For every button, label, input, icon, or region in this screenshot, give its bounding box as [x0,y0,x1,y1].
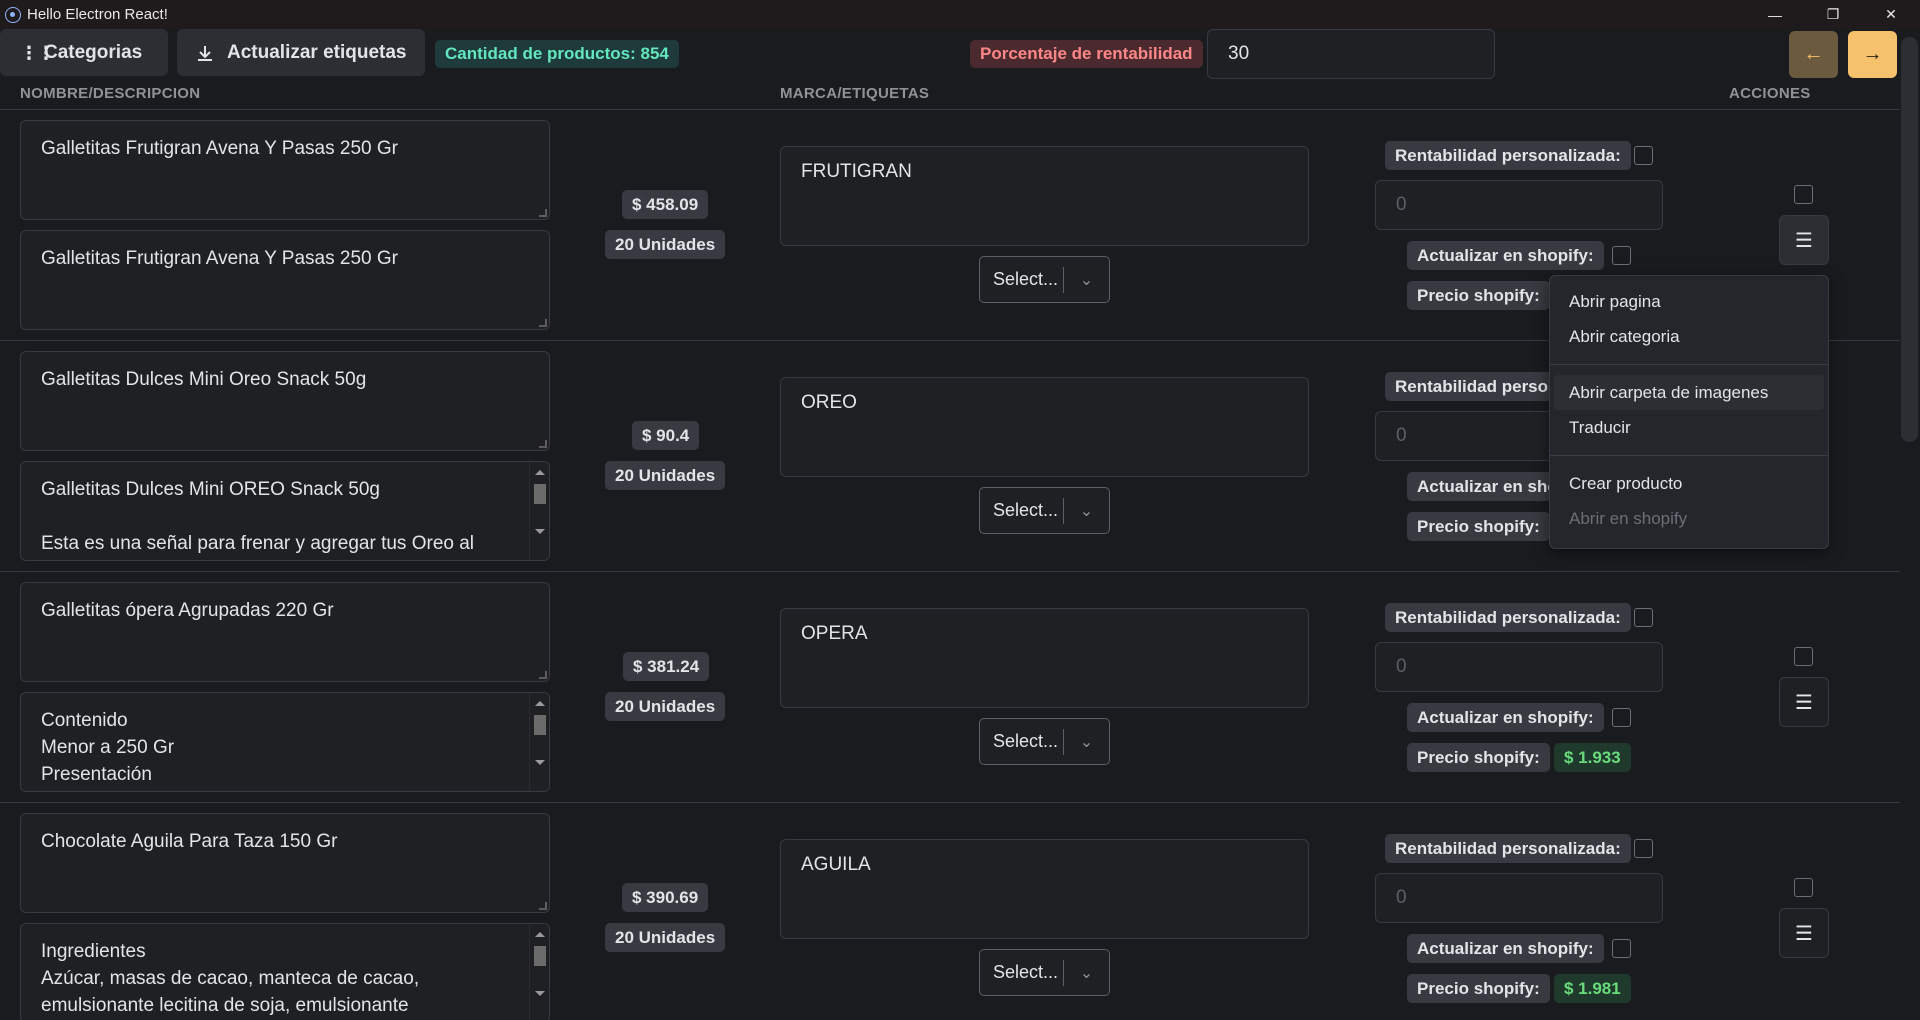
rentabilidad-value: 30 [1228,43,1250,64]
product-count-badge: Cantidad de productos: 854 [435,40,679,68]
close-button[interactable]: ✕ [1862,0,1920,29]
product-row: Galletitas ópera Agrupadas 220 Gr Conten… [0,572,1900,803]
menu-divider [1550,364,1828,365]
actualizar-etiquetas-button[interactable]: Actualizar etiquetas [177,29,425,76]
description-scrollbar[interactable] [529,924,549,1020]
actualizar-shopify-label: Actualizar en shopify: [1407,241,1604,270]
precio-shopify-label: Precio shopify: [1407,974,1550,1003]
categorias-button[interactable]: ⋮⋮ Categorias [0,29,168,76]
tags-select[interactable]: Select... ⌄ [979,256,1110,303]
categorias-label: Categorias [44,41,143,63]
next-page-button[interactable]: → [1848,31,1897,78]
rentabilidad-badge: Porcentaje de rentabilidad [970,40,1203,68]
menu-divider [1550,455,1828,456]
product-row: Chocolate Aguila Para Taza 150 Gr Ingred… [0,803,1900,1020]
price-badge: $ 458.09 [622,190,709,219]
price-badge: $ 90.4 [632,421,700,450]
rent-personalizada-input[interactable]: 0 [1375,642,1663,692]
row-select-checkbox[interactable] [1794,185,1813,204]
previous-page-button[interactable]: ← [1789,31,1838,78]
rent-personalizada-label: Rentabilidad personalizada: [1385,141,1631,170]
actualizar-shopify-checkbox[interactable] [1612,708,1631,727]
actualizar-shopify-checkbox[interactable] [1612,939,1631,958]
chevron-down-icon: ⌄ [1079,733,1094,751]
product-name-field[interactable]: Chocolate Aguila Para Taza 150 Gr [20,813,550,913]
tags-select[interactable]: Select... ⌄ [979,718,1110,765]
units-badge: 20 Unidades [605,923,726,952]
rent-personalizada-label: Rentabilidad personalizada: [1385,834,1631,863]
actualizar-etiquetas-label: Actualizar etiquetas [227,41,407,63]
brand-field[interactable]: OREO [780,377,1309,477]
product-description-field[interactable]: Contenido Menor a 250 Gr Presentación [20,692,550,792]
title-bar: Hello Electron React! — ❐ ✕ [0,0,1920,29]
menu-item-abrir-carpeta-imagenes[interactable]: Abrir carpeta de imagenes [1554,375,1824,410]
brand-field[interactable]: FRUTIGRAN [780,146,1309,246]
toolbar: ⋮⋮ Categorias Actualizar etiquetas Canti… [0,29,1920,81]
rent-personalizada-checkbox[interactable] [1634,608,1653,627]
rent-personalizada-input[interactable]: 0 [1375,873,1663,923]
menu-item-traducir[interactable]: Traducir [1554,410,1824,445]
menu-item-abrir-en-shopify: Abrir en shopify [1569,508,1688,528]
units-badge: 20 Unidades [605,230,726,259]
row-select-checkbox[interactable] [1794,878,1813,897]
precio-shopify-label: Precio shopify: [1407,512,1550,541]
actualizar-shopify-label: Actualizar en shopify: [1407,934,1604,963]
menu-item-crear-producto[interactable]: Crear producto [1554,466,1824,501]
row-actions-menu-button[interactable]: ☰ [1779,215,1829,265]
chevron-down-icon: ⌄ [1079,964,1094,982]
row-actions-menu-button[interactable]: ☰ [1779,908,1829,958]
brand-field[interactable]: OPERA [780,608,1309,708]
menu-item-abrir-categoria[interactable]: Abrir categoria [1554,319,1824,354]
actualizar-shopify-checkbox[interactable] [1612,246,1631,265]
brand-field[interactable]: AGUILA [780,839,1309,939]
rent-personalizada-checkbox[interactable] [1634,839,1653,858]
menu-icon: ☰ [1795,922,1813,945]
row-select-checkbox[interactable] [1794,647,1813,666]
product-description-field[interactable]: Ingredientes Azúcar, masas de cacao, man… [20,923,550,1020]
description-scrollbar[interactable] [529,693,549,791]
row-actions-menu-button[interactable]: ☰ [1779,677,1829,727]
rent-personalizada-label: Rentabilidad personalizada: [1385,603,1631,632]
product-name-field[interactable]: Galletitas ópera Agrupadas 220 Gr [20,582,550,682]
shopify-price-badge: $ 1.933 [1554,743,1631,772]
units-badge: 20 Unidades [605,692,726,721]
download-icon [198,45,212,61]
grip-dots-icon: ⋮⋮ [20,42,55,63]
actualizar-shopify-label: Actualizar en shopify: [1407,703,1604,732]
precio-shopify-label: Precio shopify: [1407,743,1550,772]
row-actions-dropdown: Abrir pagina Abrir categoria Abrir carpe… [1549,275,1829,549]
product-name-field[interactable]: Galletitas Dulces Mini Oreo Snack 50g [20,351,550,451]
menu-icon: ☰ [1795,229,1813,252]
header-nombre: NOMBRE/DESCRIPCION [20,85,201,102]
chevron-down-icon: ⌄ [1079,271,1094,289]
page-scrollbar[interactable] [1900,29,1920,1020]
shopify-price-badge: $ 1.981 [1554,974,1631,1003]
price-badge: $ 390.69 [622,883,709,912]
minimize-button[interactable]: — [1746,0,1804,29]
rentabilidad-input[interactable]: 30 [1207,29,1495,79]
tags-select[interactable]: Select... ⌄ [979,949,1110,996]
rent-personalizada-input[interactable]: 0 [1375,180,1663,230]
arrow-left-icon: ← [1803,43,1824,65]
precio-shopify-label: Precio shopify: [1407,281,1550,310]
header-marca: MARCA/ETIQUETAS [780,85,930,102]
product-name-field[interactable]: Galletitas Frutigran Avena Y Pasas 250 G… [20,120,550,220]
menu-item-abrir-pagina[interactable]: Abrir pagina [1554,284,1824,319]
rent-personalizada-checkbox[interactable] [1634,146,1653,165]
units-badge: 20 Unidades [605,461,726,490]
electron-icon [5,6,21,23]
product-description-field[interactable]: Galletitas Dulces Mini OREO Snack 50g Es… [20,461,550,561]
description-scrollbar[interactable] [529,462,549,560]
product-description-field[interactable]: Galletitas Frutigran Avena Y Pasas 250 G… [20,230,550,330]
tags-select[interactable]: Select... ⌄ [979,487,1110,534]
menu-icon: ☰ [1795,691,1813,714]
maximize-button[interactable]: ❐ [1804,0,1862,29]
window-title: Hello Electron React! [27,6,168,23]
header-acciones: ACCIONES [1729,85,1811,102]
arrow-right-icon: → [1862,43,1883,65]
price-badge: $ 381.24 [623,652,710,681]
chevron-down-icon: ⌄ [1079,502,1094,520]
